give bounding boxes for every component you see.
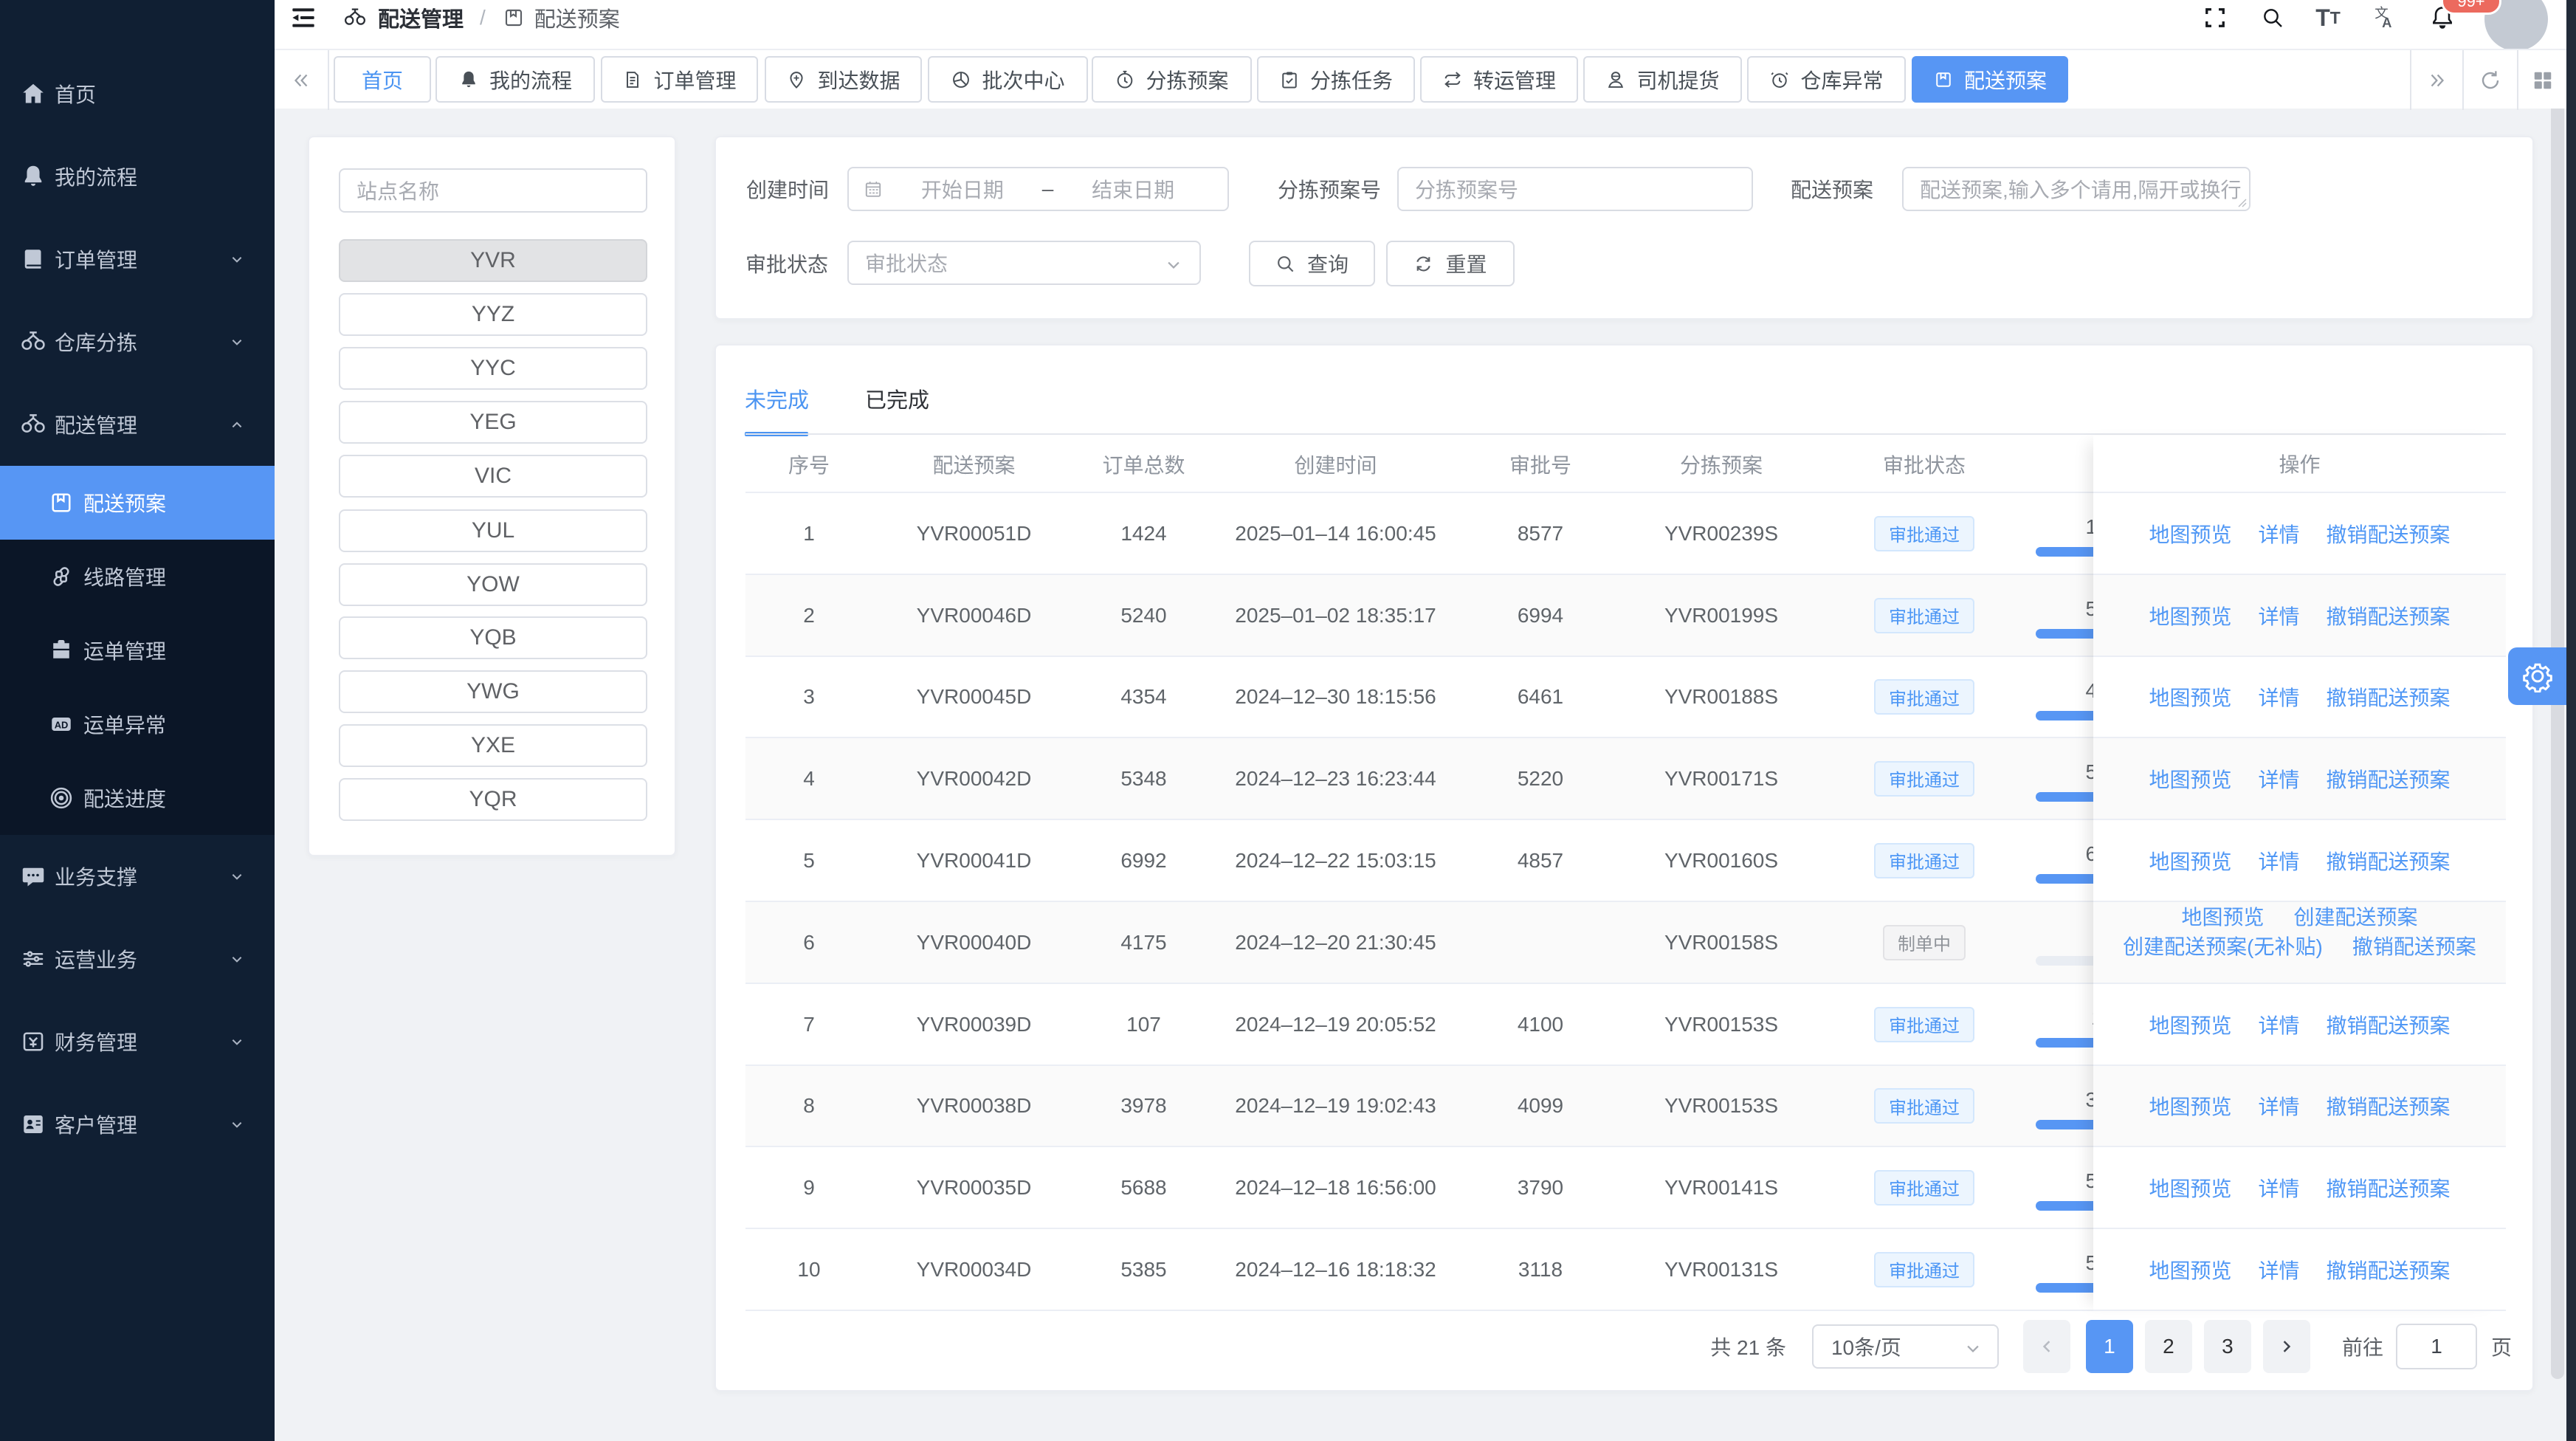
svg-text:A: A — [2382, 15, 2391, 30]
svg-text:AD: AD — [55, 719, 69, 730]
